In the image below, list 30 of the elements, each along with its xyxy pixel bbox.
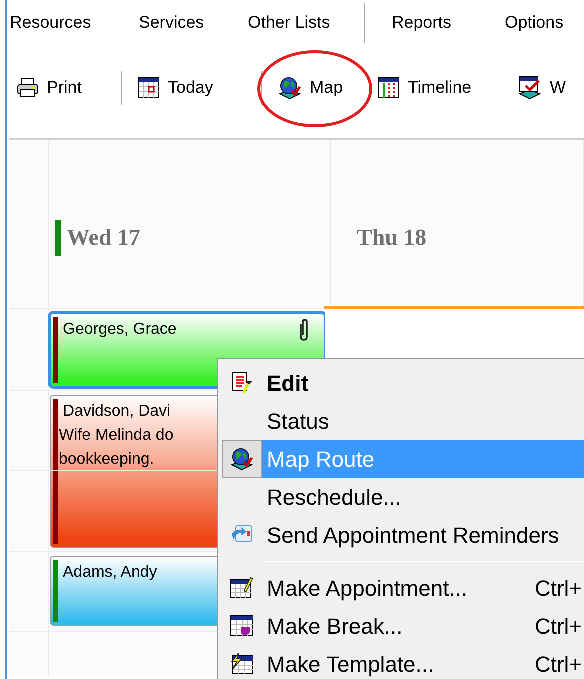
menu-shortcut: Ctrl+	[534, 650, 582, 678]
appointment-note: Wife Melinda do bookkeeping.	[59, 426, 174, 470]
appointment-name: Georges, Grace	[63, 320, 177, 340]
toolbar-button[interactable]: W	[518, 75, 566, 101]
menu-shortcut: Ctrl+	[534, 612, 582, 640]
calendar-check-icon	[518, 76, 542, 100]
toolbar-button[interactable]: Print	[17, 75, 82, 101]
menu-item[interactable]: Resources	[10, 8, 92, 38]
menu-item[interactable]: Make Template... Ctrl+	[218, 645, 584, 679]
timeline-icon	[378, 77, 400, 99]
appointment-name: Davidson, Davi	[63, 402, 171, 422]
calendar-icon	[138, 77, 160, 99]
calendar-lightning-icon	[230, 653, 254, 675]
globe-icon	[230, 447, 254, 471]
menu-item[interactable]: Services	[139, 8, 204, 38]
toolbar-button[interactable]: Today	[138, 75, 214, 101]
printer-icon	[17, 78, 39, 98]
menu-item[interactable]: Options	[505, 8, 564, 38]
day-header: Thu 18	[357, 224, 427, 252]
calendar-cup-icon	[230, 615, 254, 637]
toolbar-button[interactable]: Map	[278, 75, 344, 101]
toolbar-button[interactable]: Timeline	[378, 75, 472, 101]
menu-item[interactable]: Reports	[392, 8, 452, 38]
document-pencil-icon	[230, 371, 254, 395]
globe-icon	[278, 76, 302, 100]
menu-item[interactable]: Other Lists	[248, 8, 330, 38]
calendar-pencil-icon	[230, 577, 254, 599]
day-header: Wed 17	[67, 224, 140, 252]
menu-shortcut: Ctrl+	[534, 574, 582, 602]
appointment-name: Adams, Andy	[63, 563, 158, 583]
